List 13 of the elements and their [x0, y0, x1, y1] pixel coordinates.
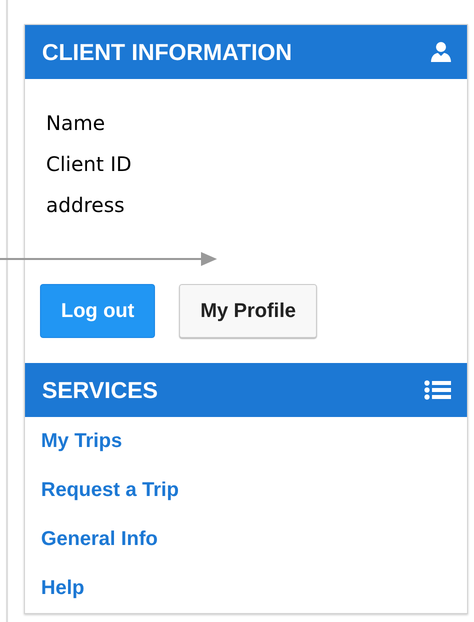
panel-title: CLIENT INFORMATION	[42, 38, 292, 66]
service-link[interactable]: Request a Trip	[41, 466, 179, 515]
service-link[interactable]: General Info	[41, 515, 158, 564]
service-link[interactable]: Help	[41, 564, 84, 613]
info-text: address	[46, 192, 125, 219]
service-link[interactable]: My Trips	[41, 417, 122, 466]
info-text: Client ID	[46, 151, 132, 178]
panel-title: SERVICES	[42, 376, 158, 404]
user-icon	[430, 41, 452, 63]
logout-button[interactable]: Log out	[40, 284, 156, 338]
info-text: Name	[46, 110, 106, 137]
list-icon	[424, 380, 452, 400]
profile-button[interactable]: My Profile	[179, 284, 317, 338]
